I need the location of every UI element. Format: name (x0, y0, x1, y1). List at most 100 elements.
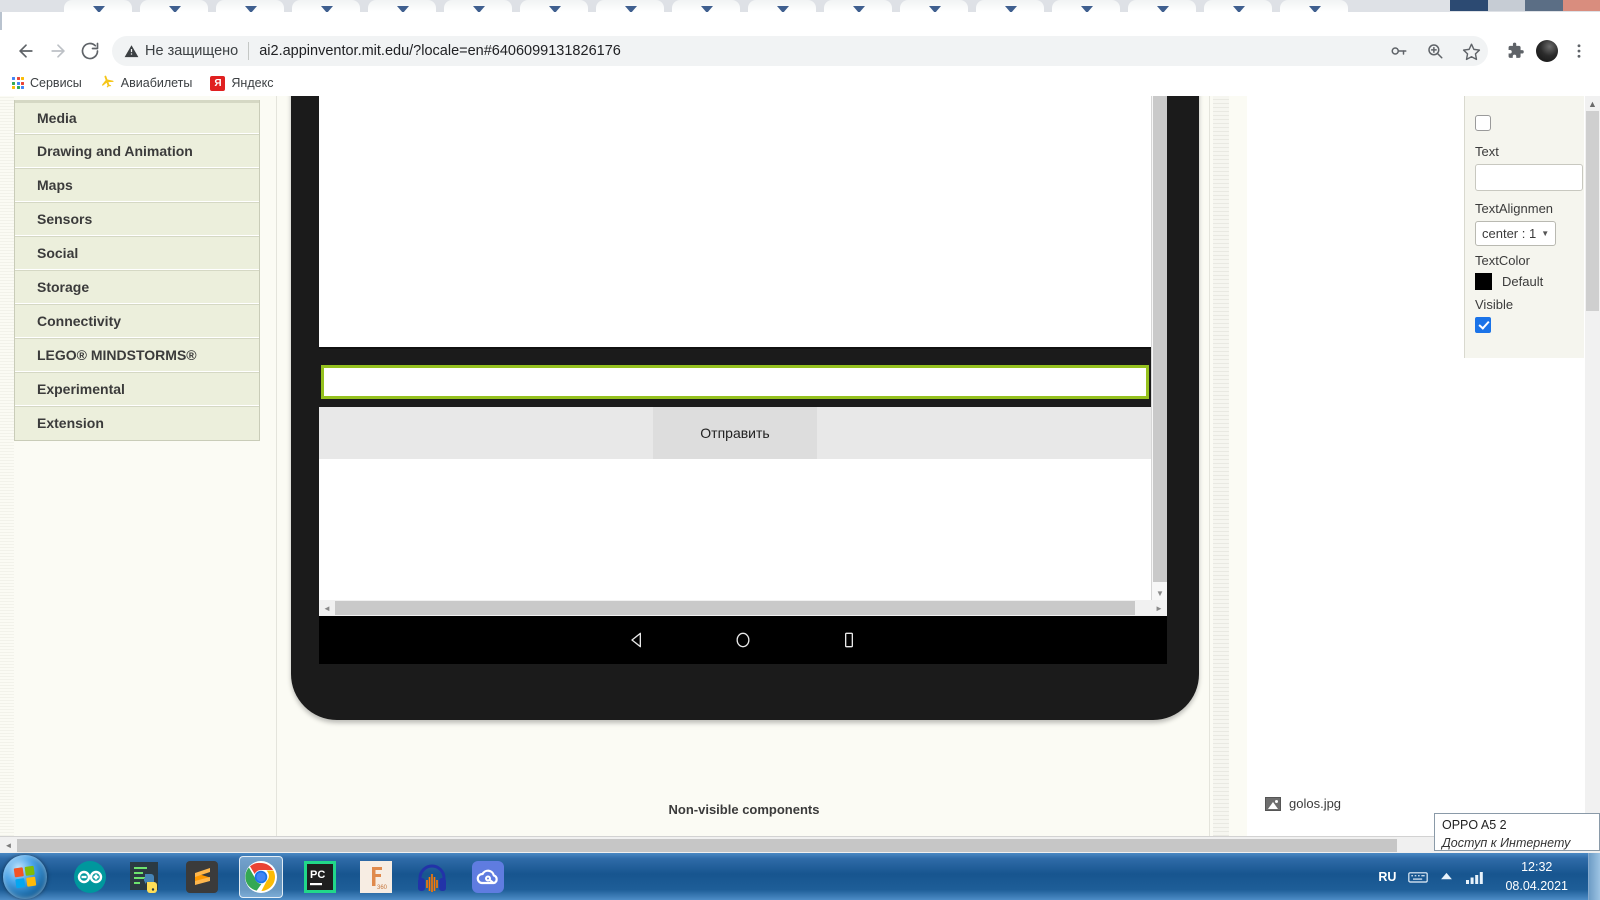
button-arrangement[interactable]: Отправить (319, 407, 1151, 459)
palette-item-experimental[interactable]: Experimental (15, 372, 259, 406)
network-status: Доступ к Интернету (1442, 836, 1571, 851)
windows-start-orb[interactable] (3, 854, 47, 899)
palette-item-connectivity[interactable]: Connectivity (15, 304, 259, 338)
close-button[interactable] (1562, 0, 1600, 11)
phone-screen[interactable]: Отправить ▼ ◄ ► (319, 96, 1167, 622)
palette-item-drawing[interactable]: Drawing and Animation (15, 134, 259, 168)
taskbar-app-arduino-ide[interactable] (71, 858, 109, 896)
key-icon[interactable] (1388, 40, 1410, 62)
scrollbar-thumb[interactable] (335, 601, 1135, 615)
browser-tab[interactable] (216, 0, 284, 12)
color-swatch[interactable] (1475, 273, 1492, 290)
textalignment-select[interactable]: center : 1 ▼ (1475, 221, 1557, 246)
textbox-container (319, 363, 1151, 401)
browser-tab[interactable] (444, 0, 512, 12)
palette-item-sensors[interactable]: Sensors (15, 202, 259, 236)
home-circle-icon[interactable] (733, 630, 753, 650)
window-controls[interactable] (1450, 0, 1600, 11)
zoom-icon[interactable] (1424, 40, 1446, 62)
form-empty-area (319, 459, 1151, 600)
palette-item-maps[interactable]: Maps (15, 168, 259, 202)
browser-tab[interactable] (900, 0, 968, 12)
keyboard-icon[interactable] (1408, 870, 1429, 884)
bookmark-yandex[interactable]: Я Яндекс (210, 75, 273, 91)
plane-icon (100, 74, 115, 92)
reload-icon[interactable] (74, 35, 106, 67)
visible-property-checkbox[interactable] (1475, 317, 1491, 333)
taskbar-app-sublime-text[interactable] (183, 858, 221, 896)
scroll-left-arrow-icon[interactable]: ◄ (0, 837, 17, 854)
media-item-golos[interactable]: golos.jpg (1253, 796, 1453, 811)
browser-tab[interactable] (1204, 0, 1272, 12)
browser-tab[interactable] (1052, 0, 1120, 12)
page-horizontal-scrollbar[interactable]: ◄ ► (0, 836, 1600, 853)
scrollbar-thumb[interactable] (17, 839, 1397, 852)
scroll-down-arrow-icon[interactable]: ▼ (1152, 586, 1167, 600)
star-icon[interactable] (1460, 40, 1482, 62)
forward-arrow-icon[interactable] (42, 35, 74, 67)
palette-item-lego[interactable]: LEGO® MINDSTORMS® (15, 338, 259, 372)
yandex-icon: Я (210, 75, 226, 91)
network-signal-icon[interactable] (1465, 869, 1485, 885)
minimize-button[interactable] (1450, 0, 1488, 11)
viewer-scrollbar[interactable] (1211, 96, 1231, 836)
address-bar[interactable]: Не защищено ai2.appinventor.mit.edu/?loc… (112, 36, 1488, 66)
text-property-input[interactable] (1475, 164, 1583, 191)
back-triangle-icon[interactable] (627, 630, 647, 650)
show-hidden-icons-arrow[interactable] (1440, 872, 1453, 881)
image-file-icon (1265, 796, 1281, 811)
browser-tab[interactable] (596, 0, 664, 12)
language-indicator[interactable]: RU (1378, 870, 1396, 884)
palette-item-social[interactable]: Social (15, 236, 259, 270)
profile-avatar[interactable] (1536, 40, 1558, 62)
browser-tab[interactable] (520, 0, 588, 12)
browser-tab[interactable] (672, 0, 740, 12)
taskbar-app-cloud[interactable] (469, 858, 507, 896)
browser-tab[interactable] (1128, 0, 1196, 12)
bookmark-services[interactable]: Сервисы (12, 76, 82, 90)
vertical-arrangement[interactable] (319, 96, 1151, 349)
browser-tab[interactable] (140, 0, 208, 12)
maximize-button[interactable] (1525, 0, 1563, 11)
palette-item-extension[interactable]: Extension (15, 406, 259, 440)
extensions-icon[interactable] (1504, 40, 1526, 62)
phone-mockup: Отправить ▼ ◄ ► (291, 96, 1199, 720)
browser-tab[interactable] (748, 0, 816, 12)
screen1-form[interactable]: Отправить (319, 96, 1151, 600)
scroll-left-arrow-icon[interactable]: ◄ (319, 600, 335, 616)
clock[interactable]: 12:32 08.04.2021 (1497, 858, 1576, 894)
scrollbar-track[interactable] (1213, 96, 1229, 836)
back-arrow-icon[interactable] (10, 35, 42, 67)
browser-tab[interactable] (292, 0, 360, 12)
form-vertical-scrollbar[interactable]: ▼ (1151, 96, 1167, 600)
taskbar-app-audacity[interactable] (413, 858, 451, 896)
palette-item-media[interactable]: Media (15, 100, 259, 134)
browser-tab[interactable] (368, 0, 436, 12)
chrome-menu-icon[interactable] (1568, 40, 1590, 62)
scroll-up-arrow-icon[interactable]: ▲ (1585, 96, 1600, 111)
scroll-right-arrow-icon[interactable]: ► (1151, 600, 1167, 616)
textcolor-property-value[interactable]: Default (1475, 273, 1574, 290)
browser-tab[interactable] (1280, 0, 1348, 12)
form-horizontal-scrollbar[interactable]: ◄ ► (319, 600, 1167, 616)
send-button[interactable]: Отправить (653, 407, 817, 459)
bookmark-flights[interactable]: Авиабилеты (100, 74, 192, 92)
scrollbar-thumb[interactable] (1586, 111, 1599, 311)
browser-tab-strip[interactable] (0, 0, 1600, 12)
textbox-selected[interactable] (321, 365, 1149, 399)
textalignment-value: center : 1 (1482, 226, 1537, 241)
scrollbar-thumb[interactable] (1153, 96, 1167, 582)
palette-panel: Media Drawing and Animation Maps Sensors… (14, 100, 260, 441)
taskbar-app-pycharm[interactable]: PC (301, 858, 339, 896)
browser-tab[interactable] (824, 0, 892, 12)
taskbar-app-fusion-360[interactable]: 360 (357, 858, 395, 896)
recents-square-icon[interactable] (839, 630, 859, 650)
property-checkbox-partial[interactable] (1475, 115, 1491, 131)
browser-tab[interactable] (976, 0, 1044, 12)
browser-tab[interactable] (64, 0, 132, 12)
taskbar-app-google-chrome[interactable] (239, 855, 283, 898)
palette-item-storage[interactable]: Storage (15, 270, 259, 304)
show-desktop-button[interactable] (1588, 853, 1600, 900)
properties-scrollbar[interactable]: ▲ (1585, 96, 1600, 836)
taskbar-app-python-idle[interactable] (127, 858, 165, 896)
